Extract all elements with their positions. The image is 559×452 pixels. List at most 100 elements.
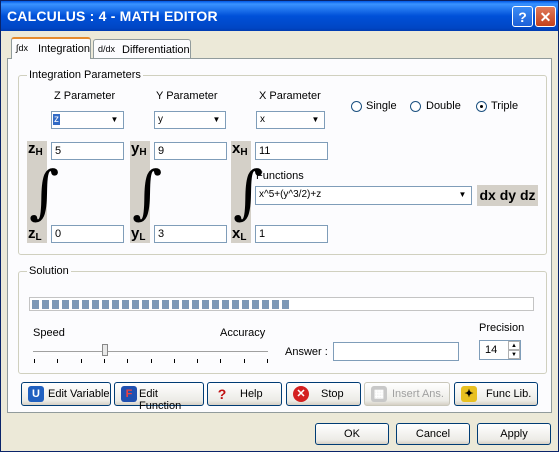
double-radio[interactable] — [410, 101, 421, 112]
progress-segment — [132, 300, 139, 309]
progress-segment — [212, 300, 219, 309]
progress-segment — [192, 300, 199, 309]
z-upper-letter: z — [28, 140, 36, 157]
speed-accuracy-slider-thumb[interactable] — [102, 344, 108, 356]
progress-segment — [222, 300, 229, 309]
edit-function-button[interactable]: F Edit Function — [114, 382, 204, 412]
speed-accuracy-slider-track[interactable] — [33, 351, 268, 355]
y-lower-bound-input[interactable]: 3 — [154, 225, 227, 243]
y-parameter-label: Y Parameter — [156, 90, 218, 102]
x-upper-bound-input[interactable]: 11 — [255, 142, 328, 160]
progress-segment — [172, 300, 179, 309]
derivative-tab-icon: d/dx — [98, 44, 116, 54]
help-label: Help — [240, 388, 263, 400]
z-upper-symbol: zH — [28, 140, 43, 158]
progress-segment — [92, 300, 99, 309]
stop-button[interactable]: ✕ Stop — [286, 382, 361, 406]
integration-parameters-title: Integration Parameters — [27, 69, 143, 81]
precision-label: Precision — [479, 322, 525, 334]
y-upper-subscript: H — [139, 147, 147, 158]
z-lower-bound-input[interactable]: 0 — [51, 225, 124, 243]
integral-icon: ∫ — [132, 158, 163, 226]
edit-variable-label: Edit Variable — [48, 388, 110, 400]
x-upper-symbol: xH — [232, 140, 248, 158]
tab-integration-label: Integration — [38, 43, 90, 55]
precision-spinner[interactable]: 14 ▲ ▼ — [479, 340, 521, 360]
window-title: CALCULUS : 4 - MATH EDITOR — [7, 8, 218, 24]
function-select[interactable]: x^5+(y^3/2)+z ▼ — [255, 186, 472, 205]
help-title-button[interactable]: ? — [512, 6, 533, 27]
chevron-down-icon[interactable]: ▼ — [308, 113, 323, 127]
slider-tick — [80, 359, 82, 363]
spin-up-icon[interactable]: ▲ — [508, 341, 520, 350]
progress-segment — [32, 300, 39, 309]
tab-integration[interactable]: ∫dx Integration — [11, 37, 91, 59]
y-lower-subscript: L — [139, 232, 146, 243]
differentials-label: dx dy dz — [477, 185, 538, 206]
edit-variable-button[interactable]: U Edit Variable — [21, 382, 111, 406]
integral-icon: ∫ — [29, 158, 60, 226]
title-bar[interactable]: CALCULUS : 4 - MATH EDITOR ? ✕ — [1, 1, 558, 31]
accuracy-label: Accuracy — [220, 327, 266, 339]
ok-button[interactable]: OK — [315, 423, 389, 445]
single-radio[interactable] — [351, 101, 362, 112]
slider-tick — [267, 359, 268, 363]
function-library-button[interactable]: ✦ Func Lib. — [454, 382, 538, 406]
slider-tick — [57, 359, 59, 363]
slider-tick — [220, 359, 222, 363]
insert-answer-button[interactable]: ▦ Insert Ans. — [364, 382, 450, 406]
help-button[interactable]: ? Help — [207, 382, 282, 406]
function-value: x^5+(y^3/2)+z — [259, 189, 322, 200]
progress-segment — [42, 300, 49, 309]
y-parameter-select[interactable]: y ▼ — [154, 111, 226, 129]
y-upper-bound-input[interactable]: 9 — [154, 142, 227, 160]
y-upper-value: 9 — [158, 145, 165, 157]
slider-tick — [173, 359, 175, 363]
calculator-icon: ▦ — [371, 386, 387, 402]
slider-tick — [197, 359, 199, 363]
tab-differentiation[interactable]: d/dx Differentiation — [93, 39, 191, 59]
solution-title: Solution — [27, 265, 71, 277]
edit-function-label: Edit Function — [139, 388, 182, 412]
chevron-down-icon[interactable]: ▼ — [107, 113, 122, 127]
x-parameter-select[interactable]: x ▼ — [256, 111, 325, 129]
x-upper-subscript: H — [240, 147, 248, 158]
progress-segment — [62, 300, 69, 309]
x-parameter-value: x — [260, 114, 265, 125]
triple-radio[interactable] — [476, 101, 487, 112]
chevron-down-icon[interactable]: ▼ — [455, 188, 470, 202]
x-lower-symbol: xL — [232, 225, 246, 243]
x-lower-subscript: L — [240, 232, 247, 243]
progress-segment — [152, 300, 159, 309]
close-button[interactable]: ✕ — [535, 6, 556, 27]
z-lower-value: 0 — [55, 228, 62, 240]
x-lower-bound-input[interactable]: 1 — [255, 225, 328, 243]
progress-segment — [162, 300, 169, 309]
progress-segment — [202, 300, 209, 309]
answer-field[interactable] — [333, 342, 459, 361]
progress-segment — [102, 300, 109, 309]
x-upper-value: 11 — [259, 145, 271, 157]
z-parameter-select[interactable]: z ▼ — [51, 111, 124, 129]
apply-button[interactable]: Apply — [477, 423, 551, 445]
spin-down-icon[interactable]: ▼ — [508, 350, 520, 359]
x-parameter-label: X Parameter — [259, 90, 321, 102]
progress-segment — [242, 300, 249, 309]
progress-segment — [282, 300, 289, 309]
stop-icon: ✕ — [293, 386, 309, 402]
z-upper-bound-input[interactable]: 5 — [51, 142, 124, 160]
progress-segment — [112, 300, 119, 309]
triple-radio-label: Triple — [491, 100, 519, 112]
help-icon: ? — [217, 386, 227, 402]
function-library-label: Func Lib. — [486, 388, 532, 400]
cancel-button[interactable]: Cancel — [396, 423, 470, 445]
precision-value: 14 — [485, 344, 498, 356]
slider-tick — [103, 359, 105, 363]
z-parameter-value: z — [53, 114, 60, 125]
single-radio-label: Single — [366, 100, 397, 112]
math-editor-window: CALCULUS : 4 - MATH EDITOR ? ✕ ∫dx Integ… — [0, 0, 559, 452]
tab-differentiation-label: Differentiation — [122, 44, 190, 56]
progress-segment — [232, 300, 239, 309]
chevron-down-icon[interactable]: ▼ — [209, 113, 224, 127]
y-parameter-value: y — [158, 114, 163, 125]
